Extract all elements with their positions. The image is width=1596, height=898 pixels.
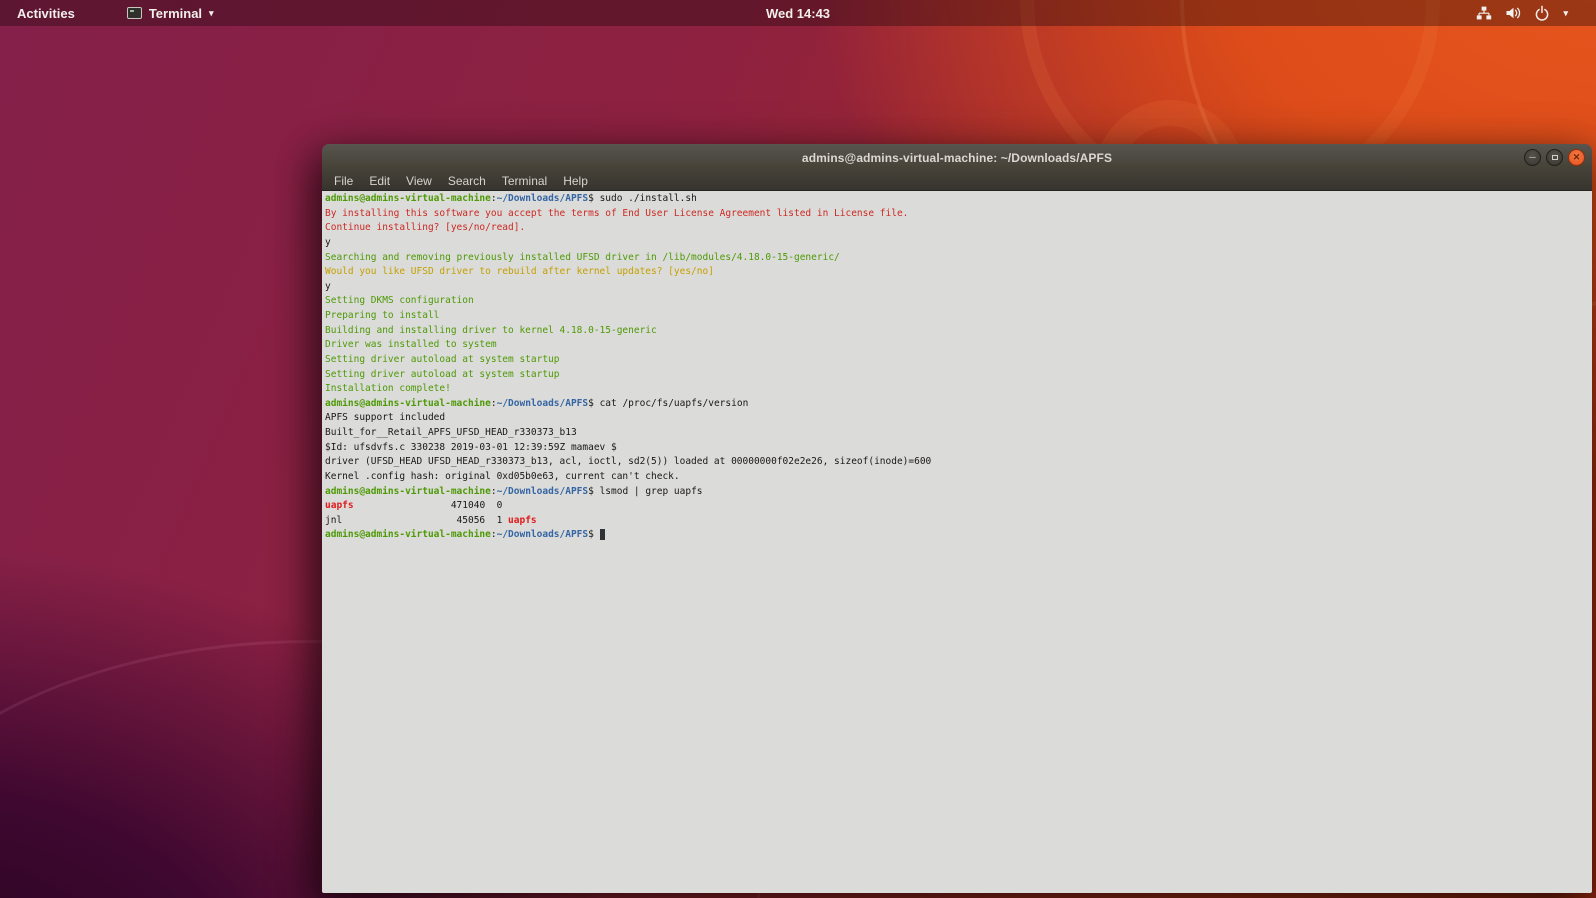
- terminal-text-segment: Kernel .config hash: original 0xd05b0e63…: [325, 470, 680, 482]
- terminal-line: Setting DKMS configuration: [325, 294, 1592, 309]
- terminal-line: APFS support included: [325, 411, 1592, 426]
- terminal-text-segment: Setting driver autoload at system startu…: [325, 368, 560, 380]
- terminal-text-segment: 471040 0: [353, 500, 503, 512]
- terminal-text-segment: Would you like UFSD driver to rebuild af…: [325, 266, 714, 278]
- terminal-line: driver (UFSD_HEAD UFSD_HEAD_r330373_b13,…: [325, 455, 1592, 470]
- terminal-line: y: [325, 280, 1592, 295]
- terminal-text-segment: Installation complete!: [325, 383, 451, 395]
- window-controls: ─ ✕: [1524, 149, 1585, 166]
- terminal-text-segment: Preparing to install: [325, 310, 440, 321]
- terminal-line: admins@admins-virtual-machine:~/Download…: [325, 397, 1592, 412]
- terminal-line: $Id: ufsdvfs.c 330238 2019-03-01 12:39:5…: [325, 441, 1592, 456]
- terminal-line: uapfs 471040 0: [325, 499, 1592, 514]
- clock[interactable]: Wed 14:43: [766, 0, 830, 26]
- terminal-line: admins@admins-virtual-machine:~/Download…: [325, 485, 1592, 500]
- app-menu-label: Terminal: [148, 5, 203, 21]
- top-bar: Activities Terminal ▾ Wed 14:43 ▾: [0, 0, 1596, 26]
- terminal-text-segment: jnl 45056 1: [325, 514, 509, 526]
- minimize-button[interactable]: ─: [1524, 149, 1541, 166]
- window-title: admins@admins-virtual-machine: ~/Downloa…: [801, 150, 1113, 165]
- terminal-line: admins@admins-virtual-machine:~/Download…: [325, 528, 1592, 543]
- terminal-line: Built_for__Retail_APFS_UFSD_HEAD_r330373…: [325, 426, 1592, 441]
- terminal-line: Preparing to install: [325, 309, 1592, 324]
- terminal-line: Would you like UFSD driver to rebuild af…: [325, 265, 1592, 280]
- grep-match: uapfs: [325, 500, 354, 512]
- terminal-window: admins@admins-virtual-machine: ~/Downloa…: [322, 144, 1592, 893]
- terminal-line: Continue installing? [yes/no/read].: [325, 221, 1592, 236]
- terminal-line: Searching and removing previously instal…: [325, 251, 1592, 266]
- system-status-area[interactable]: ▾: [1476, 0, 1568, 26]
- close-button[interactable]: ✕: [1568, 149, 1585, 166]
- terminal-line: y: [325, 236, 1592, 251]
- terminal-output[interactable]: admins@admins-virtual-machine:~/Download…: [322, 191, 1592, 893]
- menu-bar: File Edit View Search Terminal Help: [322, 171, 1592, 190]
- terminal-text-segment: APFS support included: [325, 412, 446, 424]
- menu-item-terminal[interactable]: Terminal: [494, 173, 555, 189]
- prompt-user-host: admins@admins-virtual-machine: [325, 193, 491, 204]
- command-lsmod: lsmod | grep uapfs: [599, 485, 703, 497]
- terminal-line: Setting driver autoload at system startu…: [325, 353, 1592, 368]
- terminal-line: Installation complete!: [325, 382, 1592, 397]
- terminal-text-segment: Continue installing? [yes/no/read].: [325, 222, 526, 234]
- terminal-text-segment: Searching and removing previously instal…: [325, 251, 840, 263]
- menu-item-help[interactable]: Help: [555, 173, 596, 189]
- terminal-text-segment: $: [588, 397, 600, 409]
- maximize-button[interactable]: [1546, 149, 1563, 166]
- terminal-line: admins@admins-virtual-machine:~/Download…: [325, 192, 1592, 207]
- prompt-user-host: admins@admins-virtual-machine: [325, 397, 491, 409]
- terminal-line: Kernel .config hash: original 0xd05b0e63…: [325, 470, 1592, 485]
- command-cat-version: cat /proc/fs/uapfs/version: [599, 397, 749, 409]
- terminal-text-segment: $Id: ufsdvfs.c 330238 2019-03-01 12:39:5…: [325, 441, 617, 453]
- terminal-text-segment: $: [588, 485, 600, 497]
- grep-match: uapfs: [508, 514, 537, 526]
- terminal-text-segment: $: [588, 529, 600, 541]
- terminal-line: Building and installing driver to kernel…: [325, 324, 1592, 339]
- terminal-line: By installing this software you accept t…: [325, 207, 1592, 222]
- maximize-icon: [1551, 155, 1558, 160]
- network-icon: [1477, 6, 1492, 20]
- terminal-text-segment: y: [325, 236, 331, 248]
- chevron-down-icon: ▾: [209, 7, 214, 18]
- window-header: admins@admins-virtual-machine: ~/Downloa…: [322, 144, 1592, 191]
- volume-icon: [1506, 7, 1521, 19]
- menu-item-view[interactable]: View: [398, 173, 440, 189]
- terminal-text-segment: Building and installing driver to kernel…: [325, 324, 657, 336]
- command-install: sudo ./install.sh: [599, 193, 697, 204]
- terminal-text-segment: Setting DKMS configuration: [325, 295, 474, 307]
- prompt-path: ~/Downloads/APFS: [496, 193, 589, 204]
- terminal-text-segment: y: [325, 280, 331, 292]
- prompt-user-host: admins@admins-virtual-machine: [325, 529, 491, 541]
- menu-item-search[interactable]: Search: [440, 173, 494, 189]
- terminal-text-segment: Driver was installed to system: [325, 339, 497, 351]
- terminal-text-segment: driver (UFSD_HEAD UFSD_HEAD_r330373_b13,…: [325, 456, 932, 468]
- terminal-app-icon: [126, 7, 142, 19]
- terminal-text-segment: By installing this software you accept t…: [325, 207, 909, 219]
- terminal-text-segment: Setting driver autoload at system startu…: [325, 353, 560, 365]
- title-bar[interactable]: admins@admins-virtual-machine: ~/Downloa…: [322, 144, 1592, 171]
- prompt-user-host: admins@admins-virtual-machine: [325, 485, 491, 497]
- terminal-text-segment: $: [588, 193, 600, 204]
- cursor-block: [599, 529, 606, 541]
- activities-button[interactable]: Activities: [13, 4, 79, 23]
- terminal-line: Setting driver autoload at system startu…: [325, 368, 1592, 383]
- menu-item-edit[interactable]: Edit: [361, 173, 398, 189]
- prompt-path: ~/Downloads/APFS: [496, 397, 589, 409]
- app-menu-terminal[interactable]: Terminal ▾: [123, 4, 218, 23]
- terminal-line: jnl 45056 1 uapfs: [325, 514, 1592, 529]
- terminal-text-segment: Built_for__Retail_APFS_UFSD_HEAD_r330373…: [325, 427, 577, 438]
- power-icon: [1536, 5, 1549, 21]
- menu-item-file[interactable]: File: [326, 173, 361, 189]
- prompt-path: ~/Downloads/APFS: [496, 529, 589, 541]
- chevron-down-icon: ▾: [1563, 7, 1568, 18]
- prompt-path: ~/Downloads/APFS: [496, 485, 589, 497]
- terminal-line: Driver was installed to system: [325, 338, 1592, 353]
